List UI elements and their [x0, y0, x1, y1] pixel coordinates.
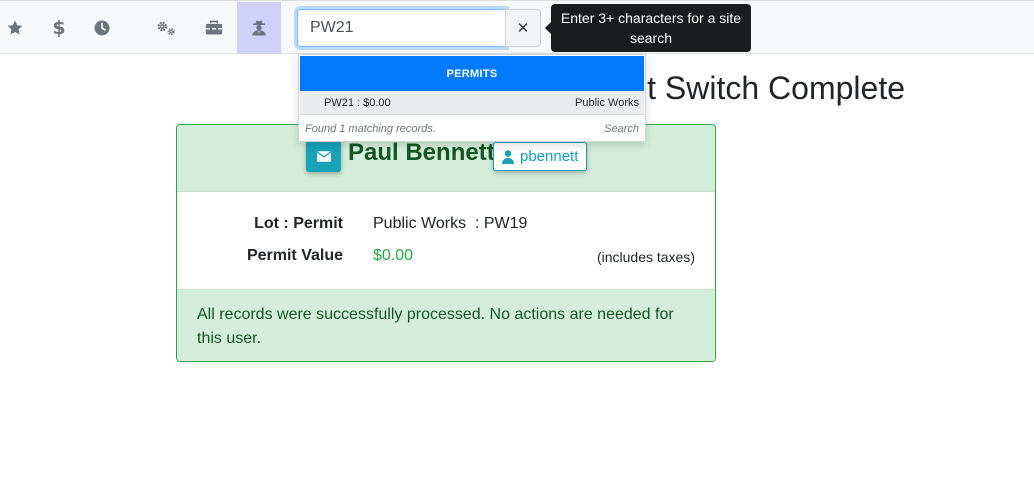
envelope-icon — [316, 150, 331, 162]
toolbox-icon — [205, 20, 223, 35]
lot-permit-row: Lot : Permit Public Works : PW19 — [177, 213, 715, 237]
permit-value-row: Permit Value $0.00 (includes taxes) — [177, 245, 715, 269]
found-records-text: Found 1 matching records. — [305, 123, 436, 135]
dropdown-category-header: PERMITS — [300, 56, 644, 91]
user-secret-icon — [252, 20, 266, 36]
result-card: Paul Bennett pbennett Lot : Permit Publi… — [176, 124, 716, 362]
lot-permit-value: Public Works : PW19 — [373, 215, 528, 232]
clock-icon — [94, 20, 110, 36]
nav-favorites[interactable] — [0, 2, 37, 54]
full-search-link[interactable]: Search — [604, 123, 639, 135]
user-icon — [502, 149, 514, 164]
gears-icon — [157, 21, 175, 36]
nav-history[interactable] — [80, 2, 124, 54]
search-result-item[interactable]: PW21 : $0.00 Public Works — [300, 91, 644, 115]
star-icon — [7, 20, 23, 35]
username-button[interactable]: pbennett — [493, 142, 588, 171]
result-permit: PW21 : $0.00 — [324, 97, 391, 109]
result-lot: Public Works — [575, 97, 639, 109]
success-message: All records were successfully processed.… — [177, 289, 715, 361]
dollar-icon: $ — [52, 17, 66, 39]
clear-search-button[interactable]: ✕ — [505, 9, 541, 47]
dropdown-footer: Found 1 matching records. Search — [300, 117, 644, 141]
includes-taxes-note: (includes taxes) — [596, 249, 695, 265]
nav-settings[interactable] — [144, 2, 188, 54]
username-label: pbennett — [520, 148, 579, 165]
search-results-dropdown: PERMITS PW21 : $0.00 Public Works Found … — [298, 54, 646, 142]
nav-billing[interactable]: $ — [37, 2, 81, 54]
top-navbar: $ ✕ En — [0, 0, 1034, 54]
permit-value-label: Permit Value — [246, 247, 343, 264]
nav-toolbox[interactable] — [192, 2, 236, 54]
site-search-input[interactable] — [297, 9, 506, 47]
nav-admin[interactable] — [237, 2, 281, 54]
lot-permit-label: Lot : Permit — [254, 215, 343, 232]
search-tooltip: Enter 3+ characters for a site search — [551, 4, 751, 52]
email-user-button[interactable] — [306, 140, 341, 172]
card-body: Lot : Permit Public Works : PW19 Permit … — [177, 193, 715, 289]
user-name: Paul Bennett — [348, 139, 495, 166]
close-icon: ✕ — [516, 19, 530, 37]
permit-value-amount: $0.00 — [373, 247, 414, 264]
